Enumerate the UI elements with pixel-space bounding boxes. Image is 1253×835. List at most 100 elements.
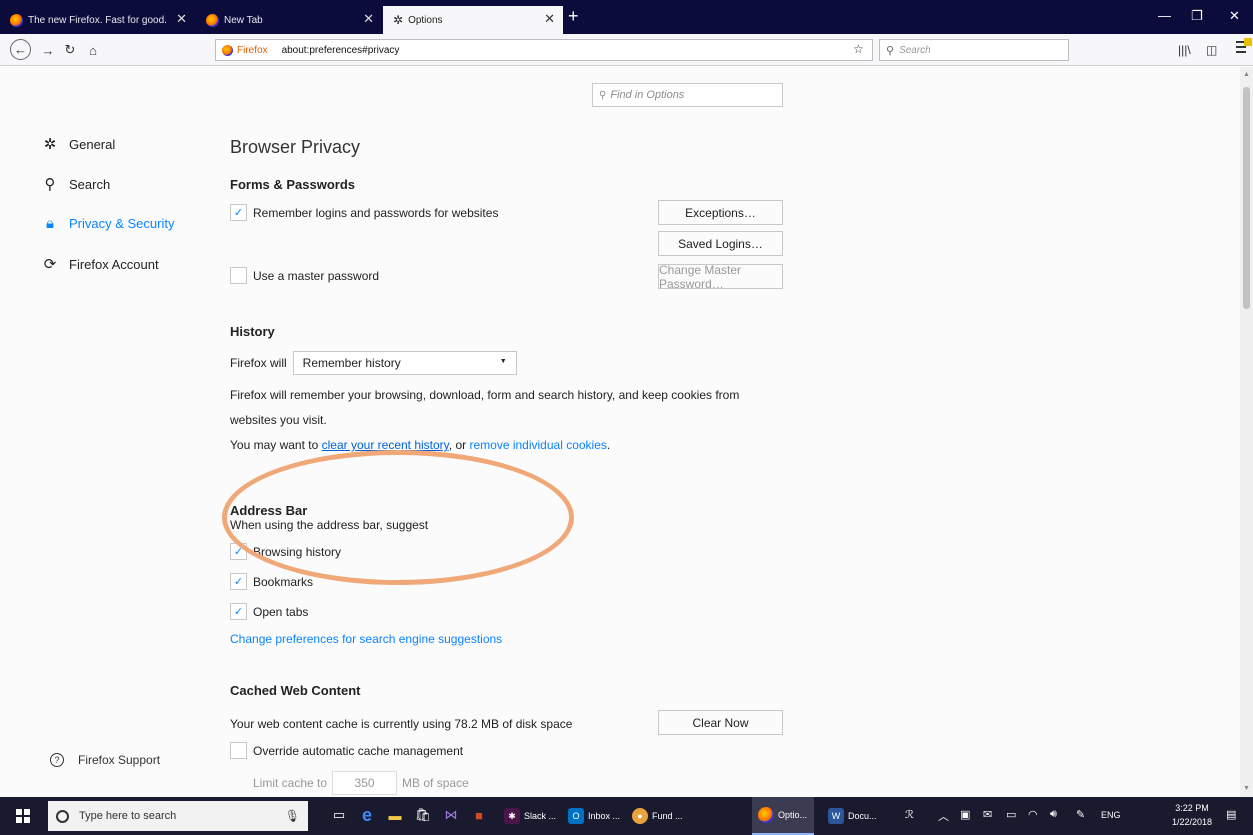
sidebar-item-general[interactable]: ✲ General: [42, 135, 116, 153]
tray-app-icon[interactable]: ▣: [960, 808, 970, 821]
file-explorer-icon[interactable]: ▬: [386, 806, 404, 824]
home-button[interactable]: ⌂: [83, 40, 103, 60]
cortana-icon: [56, 809, 69, 823]
override-cache-checkbox[interactable]: [230, 742, 247, 759]
taskbar-clock[interactable]: 3:22 PM 1/22/2018: [1172, 801, 1212, 829]
url-bar[interactable]: Firefox about:preferences#privacy: [215, 39, 873, 61]
sidebar-item-privacy-security[interactable]: 🔒︎ Privacy & Security: [42, 215, 174, 232]
taskbar-app-firefox[interactable]: Optio...: [752, 797, 814, 835]
remember-logins-option[interactable]: ✓ Remember logins and passwords for webs…: [230, 204, 498, 221]
page-title: Browser Privacy: [230, 137, 361, 157]
microphone-icon[interactable]: 🎙︎: [285, 809, 300, 823]
library-icon[interactable]: |||\: [1178, 43, 1191, 57]
remember-logins-label: Remember logins and passwords for websit…: [253, 205, 499, 220]
reload-button[interactable]: ↻: [60, 40, 80, 60]
search-bar[interactable]: ⚲ Search: [879, 39, 1069, 61]
remember-logins-checkbox[interactable]: ✓: [230, 204, 247, 221]
sidebar-item-label: Firefox Account: [69, 256, 159, 272]
firefox-support-link[interactable]: ? Firefox Support: [50, 753, 160, 767]
scroll-up-arrow-icon[interactable]: ▲: [1243, 71, 1250, 78]
powerpoint-icon[interactable]: ■: [470, 806, 488, 824]
hint-prefix: You may want to: [230, 438, 319, 452]
store-icon[interactable]: 🛍︎: [414, 806, 432, 824]
cached-web-content-heading: Cached Web Content: [230, 683, 361, 698]
master-password-checkbox[interactable]: [230, 267, 247, 284]
history-description-line1: Firefox will remember your browsing, dow…: [230, 388, 740, 402]
visual-studio-icon[interactable]: ⋈: [442, 806, 460, 824]
taskbar-app-slack[interactable]: ✱ Slack ...: [498, 797, 560, 835]
input-language[interactable]: ENG: [1101, 810, 1121, 820]
tab-new-tab[interactable]: New Tab ✕: [196, 6, 382, 34]
override-cache-option[interactable]: Override automatic cache management: [230, 742, 463, 759]
open-tabs-checkbox[interactable]: ✓: [230, 603, 247, 620]
bookmark-star-icon[interactable]: ☆: [853, 42, 864, 56]
search-icon: ⚲: [599, 89, 607, 101]
close-window-icon[interactable]: ✕: [1229, 8, 1240, 24]
suggest-open-tabs-option[interactable]: ✓ Open tabs: [230, 603, 308, 620]
suggest-label: When using the address bar, suggest: [230, 518, 429, 532]
page-scrollbar[interactable]: ▲ ▼: [1240, 67, 1253, 797]
search-placeholder: Search: [899, 44, 931, 56]
volume-icon[interactable]: 🔊︎: [1050, 808, 1057, 821]
people-icon[interactable]: ℛ: [905, 808, 914, 821]
close-tab-icon[interactable]: ✕: [363, 11, 374, 27]
bookmarks-checkbox[interactable]: ✓: [230, 573, 247, 590]
taskbar-app-word[interactable]: W Docu...: [822, 797, 884, 835]
task-view-icon[interactable]: ▭: [330, 806, 348, 824]
scrollbar-thumb[interactable]: [1243, 87, 1250, 309]
restore-icon[interactable]: ❐: [1191, 8, 1203, 24]
help-icon: ?: [50, 753, 64, 767]
minimize-icon[interactable]: —: [1158, 8, 1171, 23]
exceptions-button[interactable]: Exceptions…: [658, 200, 783, 225]
action-center-icon[interactable]: ▤: [1226, 808, 1236, 821]
clear-now-button[interactable]: Clear Now: [658, 710, 783, 735]
saved-logins-button[interactable]: Saved Logins…: [658, 231, 783, 256]
sidebar-item-search[interactable]: ⚲ Search: [42, 175, 111, 193]
tray-network-app-icon[interactable]: ✉: [983, 808, 992, 821]
windows-start-icon[interactable]: [16, 809, 30, 823]
history-hint: You may want to clear your recent histor…: [230, 438, 610, 452]
sidebar-toggle-icon[interactable]: ◫: [1206, 43, 1217, 57]
tab-firefox-new[interactable]: The new Firefox. Fast for good. ✕: [0, 6, 195, 34]
browsing-history-checkbox[interactable]: ✓: [230, 543, 247, 560]
wifi-icon[interactable]: ◠: [1028, 808, 1038, 821]
option-label: Browsing history: [253, 544, 342, 559]
master-password-option[interactable]: Use a master password: [230, 267, 379, 284]
close-tab-icon[interactable]: ✕: [176, 11, 187, 27]
sidebar-item-label: Privacy & Security: [69, 216, 175, 231]
new-tab-button[interactable]: +: [568, 6, 579, 26]
battery-icon[interactable]: ▭: [1006, 808, 1016, 821]
outlook-icon: O: [568, 808, 584, 824]
back-button[interactable]: ←: [10, 39, 31, 60]
change-search-suggestion-prefs-link[interactable]: Change preferences for search engine sug…: [230, 632, 502, 646]
tab-strip: The new Firefox. Fast for good. ✕ New Ta…: [0, 0, 1253, 34]
clear-recent-history-link[interactable]: clear your recent history: [322, 438, 449, 452]
tab-options[interactable]: ✲ Options ✕: [383, 6, 563, 34]
taskbar-app-outlook[interactable]: O Inbox ...: [562, 797, 624, 835]
edge-icon[interactable]: e: [358, 805, 376, 825]
close-tab-icon[interactable]: ✕: [544, 11, 555, 27]
suggest-bookmarks-option[interactable]: ✓ Bookmarks: [230, 573, 313, 590]
show-hidden-icons-icon[interactable]: ︿: [938, 808, 949, 824]
word-icon: W: [828, 808, 844, 824]
forward-button[interactable]: →: [38, 40, 58, 60]
remove-individual-cookies-link[interactable]: remove individual cookies: [469, 438, 606, 452]
taskbar-app-label: Optio...: [778, 810, 808, 820]
menu-icon[interactable]: [1236, 38, 1252, 55]
find-in-options-input[interactable]: ⚲ Find in Options: [592, 83, 783, 107]
sidebar-item-firefox-account[interactable]: ⟳ Firefox Account: [42, 255, 159, 273]
history-heading: History: [230, 324, 275, 339]
chrome-icon: ●: [632, 808, 648, 824]
identity-box[interactable]: Firefox: [222, 44, 268, 56]
history-mode-select[interactable]: Remember history ▼: [292, 351, 517, 375]
scroll-down-arrow-icon[interactable]: ▼: [1243, 785, 1250, 792]
cache-usage-text: Your web content cache is currently usin…: [230, 717, 573, 731]
suggest-browsing-history-option[interactable]: ✓ Browsing history: [230, 543, 341, 560]
firefox-logo-icon: [10, 13, 23, 27]
taskbar-app-label: Slack ...: [524, 811, 557, 821]
taskbar-search-box[interactable]: Type here to search 🎙︎: [48, 801, 308, 831]
pen-icon[interactable]: ✎: [1076, 808, 1085, 821]
limit-unit-label: MB of space: [402, 776, 469, 790]
clock-time: 3:22 PM: [1175, 803, 1209, 813]
taskbar-app-chrome[interactable]: ● Fund ...: [626, 797, 688, 835]
